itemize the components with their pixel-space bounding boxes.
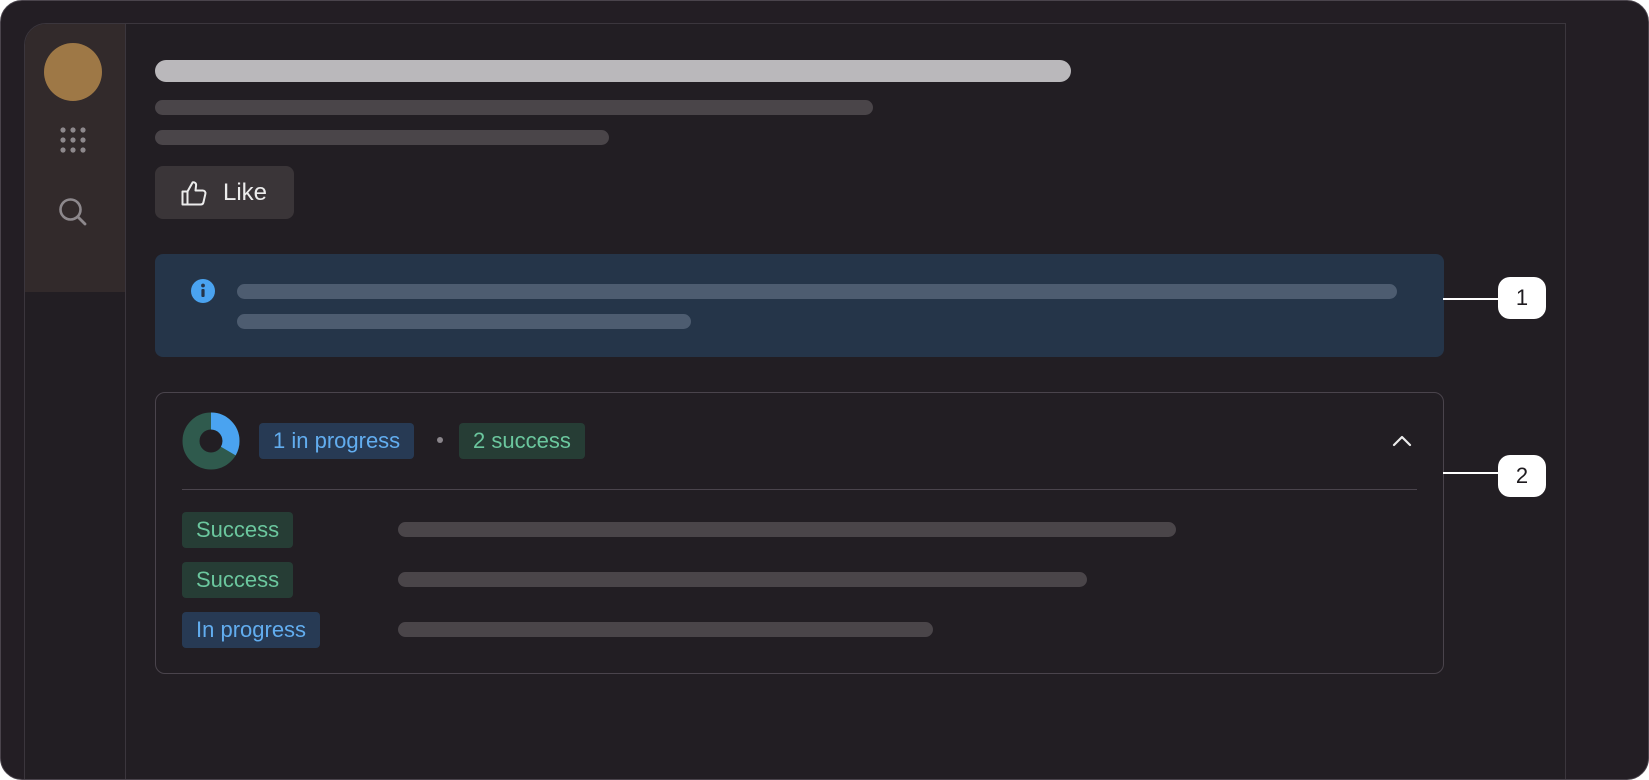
info-text-placeholder-line — [237, 314, 691, 329]
chevron-up-icon[interactable] — [1390, 429, 1414, 453]
search-icon[interactable] — [57, 196, 89, 228]
status-badge: In progress — [182, 612, 321, 648]
subtitle-placeholder-line — [155, 100, 873, 115]
separator-dot — [437, 437, 443, 443]
status-donut-icon — [182, 412, 240, 470]
in-progress-count-badge: 1 in progress — [259, 423, 415, 459]
info-icon — [191, 279, 215, 303]
info-text-placeholder-line — [237, 284, 1397, 299]
screenshot-frame: Like 1 in progress 2 success Success Suc… — [0, 0, 1649, 780]
avatar[interactable] — [44, 43, 102, 101]
apps-icon[interactable] — [59, 126, 87, 154]
callout-line — [1443, 472, 1499, 474]
like-button-label: Like — [223, 178, 268, 206]
info-banner — [155, 254, 1444, 357]
callout-marker: 2 — [1498, 455, 1546, 497]
success-count-badge: 2 success — [459, 423, 585, 459]
thumbs-up-icon — [181, 180, 207, 205]
callout-line — [1443, 298, 1499, 300]
callout-marker: 1 — [1498, 277, 1546, 319]
title-placeholder — [155, 60, 1071, 82]
row-text-placeholder — [398, 622, 933, 637]
subtitle-placeholder-line — [155, 130, 609, 145]
status-badge: Success — [182, 562, 294, 598]
like-button[interactable]: Like — [155, 166, 294, 219]
sidebar — [25, 24, 126, 779]
row-text-placeholder — [398, 522, 1176, 537]
app-window: Like 1 in progress 2 success Success Suc… — [24, 23, 1566, 779]
status-panel: 1 in progress 2 success Success Success … — [155, 392, 1444, 674]
panel-divider — [182, 489, 1417, 490]
status-badge: Success — [182, 512, 294, 548]
row-text-placeholder — [398, 572, 1087, 587]
